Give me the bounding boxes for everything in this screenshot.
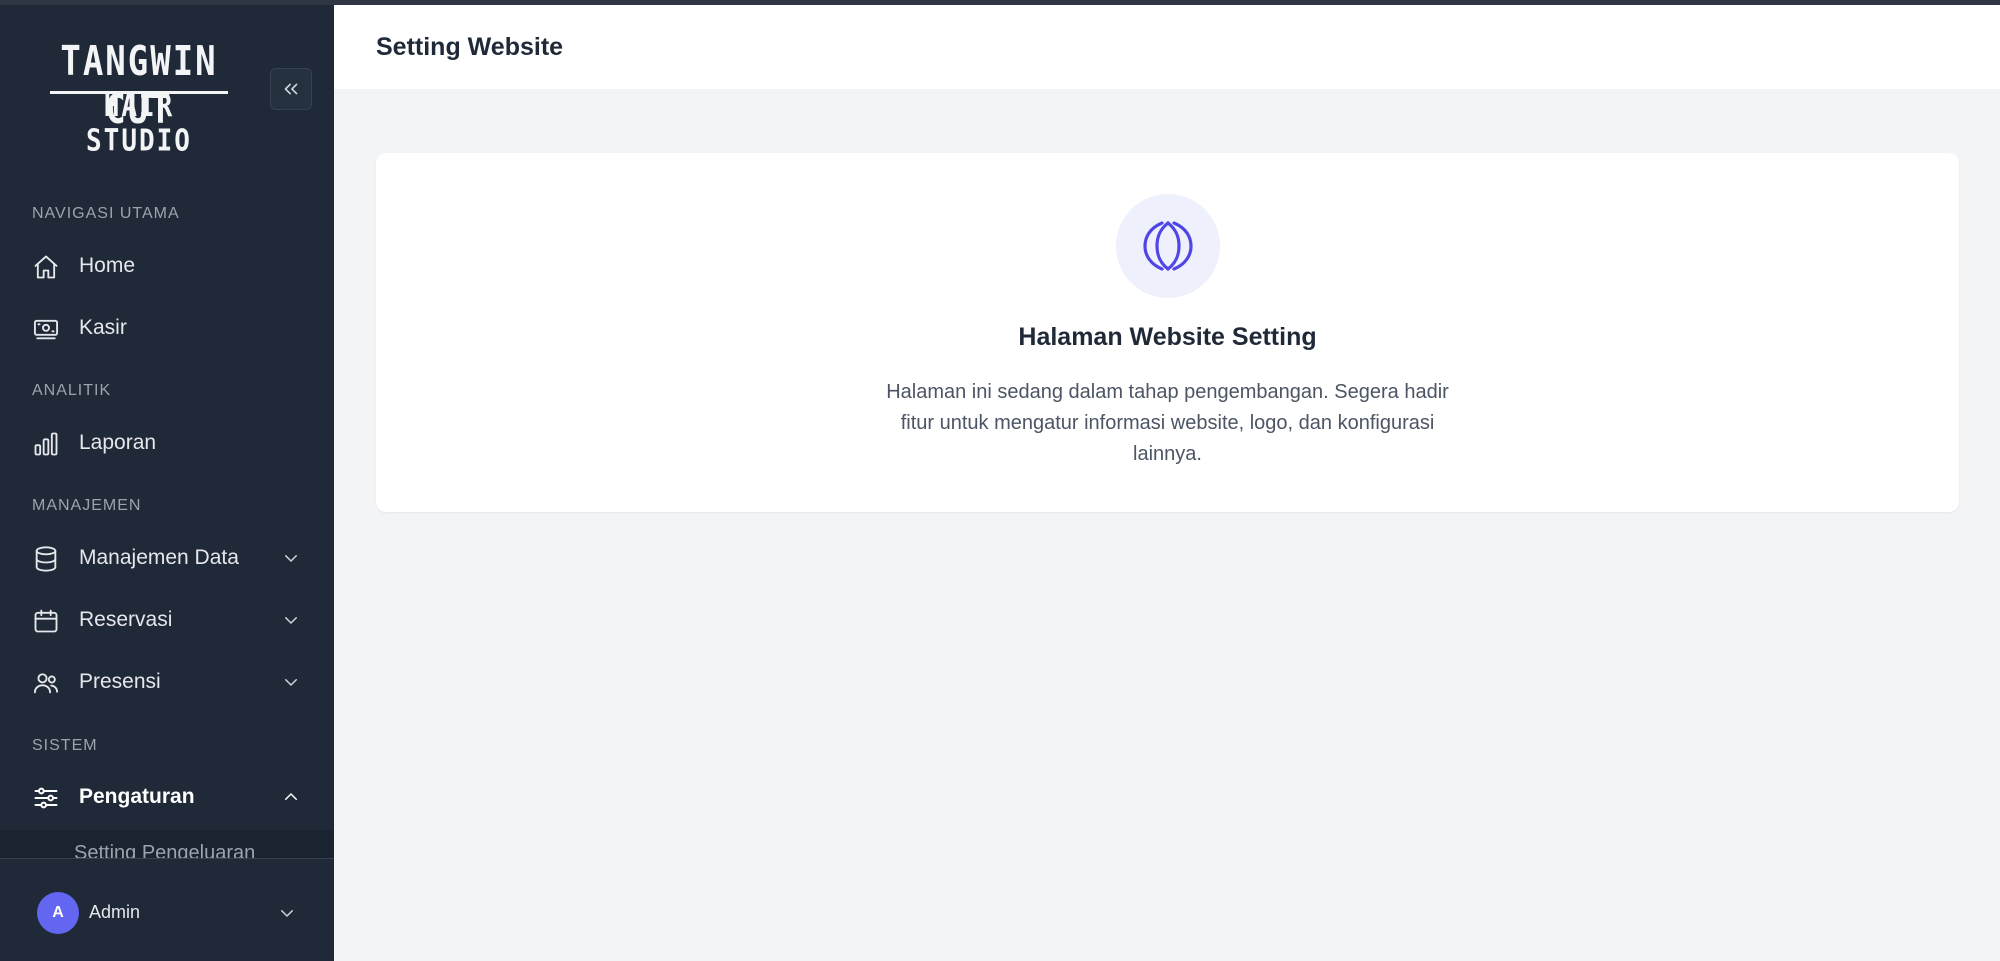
sidebar-item-label: Reservasi	[79, 608, 173, 631]
sidebar-item-label: Manajemen Data	[79, 546, 239, 569]
sidebar-item-label: Pengaturan	[79, 785, 195, 808]
home-icon	[34, 255, 58, 279]
sidebar-item-reservasi[interactable]: Reservasi	[0, 594, 334, 646]
sidebar-item-kasir[interactable]: Kasir	[0, 302, 334, 354]
chevron-down-icon	[285, 617, 297, 624]
sidebar-item-label: Laporan	[79, 431, 157, 454]
card-title: Halaman Website Setting	[1018, 323, 1317, 351]
sidebar-item-laporan[interactable]: Laporan	[0, 417, 334, 469]
brand-logo[interactable]: TANGWIN CUT HAIR STUDIO	[44, 38, 234, 159]
section-label-system: SISTEM	[32, 737, 98, 754]
sidebar-item-home[interactable]: Home	[0, 240, 334, 292]
chevrons-left-icon	[284, 83, 298, 95]
sidebar-item-label: Presensi	[79, 670, 161, 693]
settings-submenu: Setting Pengeluaran	[0, 830, 334, 860]
sidebar-item-label: Kasir	[79, 316, 127, 339]
cash-icon	[33, 319, 59, 340]
chevron-down-icon	[281, 910, 293, 917]
sidebar-item-pengaturan[interactable]: Pengaturan	[0, 771, 334, 823]
sidebar-item-presensi[interactable]: Presensi	[0, 656, 334, 708]
bar-chart-icon	[34, 432, 58, 456]
calendar-icon	[34, 609, 58, 633]
chevron-down-icon	[285, 679, 297, 686]
users-icon	[33, 673, 59, 694]
sidebar-item-manajemen-data[interactable]: Manajemen Data	[0, 532, 334, 584]
chevron-up-icon	[285, 793, 297, 800]
window-top-strip	[0, 0, 2000, 5]
section-label-management: MANAJEMEN	[32, 497, 142, 514]
page-title: Setting Website	[376, 33, 564, 61]
globe-icon-badge	[1116, 194, 1220, 298]
user-menu[interactable]: A Admin	[0, 858, 334, 961]
section-label-analytics: ANALITIK	[32, 382, 112, 399]
database-icon	[35, 546, 57, 572]
globe-icon	[1143, 221, 1193, 271]
avatar: A	[37, 892, 79, 934]
user-name: Admin	[89, 902, 141, 922]
chevron-down-icon	[285, 555, 297, 562]
placeholder-card: Halaman Website Setting Halaman ini seda…	[376, 153, 1959, 512]
sliders-icon	[34, 787, 58, 809]
page-header: Setting Website	[334, 5, 2000, 89]
collapse-sidebar-button[interactable]	[270, 68, 312, 110]
section-label-main: NAVIGASI UTAMA	[32, 205, 180, 222]
brand-line2: HAIR STUDIO	[86, 89, 192, 159]
sidebar: TANGWIN CUT HAIR STUDIO NAVIGASI UTAMA H…	[0, 0, 334, 961]
sidebar-item-label: Home	[79, 254, 136, 277]
card-description: Halaman ini sedang dalam tahap pengemban…	[886, 381, 1449, 465]
